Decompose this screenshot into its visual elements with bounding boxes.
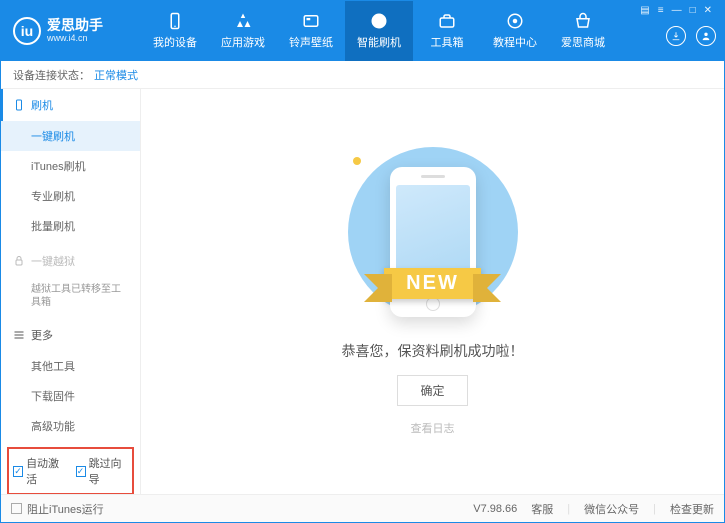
check-label: 跳过向导	[89, 455, 128, 487]
app-url: www.i4.cn	[47, 34, 103, 44]
main-content: NEW 恭喜您，保资料刷机成功啦！ 确定 查看日志	[141, 89, 724, 494]
nav-my-device[interactable]: 我的设备	[141, 1, 209, 61]
nav-label: 教程中心	[493, 34, 537, 50]
nav-toolbox[interactable]: 工具箱	[413, 1, 481, 61]
option-highlight: ✓ 自动激活 ✓ 跳过向导	[7, 447, 134, 494]
check-auto-activate[interactable]: ✓ 自动激活	[13, 455, 66, 487]
section-more[interactable]: 更多	[1, 319, 140, 351]
flash-icon	[370, 12, 388, 30]
status-value: 正常模式	[94, 67, 138, 83]
app-title: 爱思助手	[47, 18, 103, 33]
more-icon	[13, 329, 25, 341]
nav-label: 爱思商城	[561, 34, 605, 50]
update-link[interactable]: 检查更新	[670, 501, 714, 517]
check-skip-guide[interactable]: ✓ 跳过向导	[76, 455, 129, 487]
sidebar-item-other[interactable]: 其他工具	[1, 351, 140, 381]
logo-area: iu 爱思助手 www.i4.cn	[1, 17, 141, 45]
app-header: iu 爱思助手 www.i4.cn 我的设备 应用游戏 铃声壁纸 智能刷机 工具…	[1, 1, 724, 61]
settings-icon[interactable]: ≡	[658, 5, 664, 16]
store-icon	[574, 12, 592, 30]
section-jailbreak[interactable]: 一键越狱	[1, 245, 140, 277]
sidebar-item-itunes[interactable]: iTunes刷机	[1, 151, 140, 181]
block-itunes-label: 阻止iTunes运行	[27, 501, 104, 517]
check-label: 自动激活	[26, 455, 65, 487]
view-log-link[interactable]: 查看日志	[411, 420, 455, 436]
toolbox-icon	[438, 12, 456, 30]
close-icon[interactable]: ✕	[704, 5, 712, 16]
sidebar-item-oneclick[interactable]: 一键刷机	[1, 121, 140, 151]
sidebar-item-firmware[interactable]: 下载固件	[1, 381, 140, 411]
version-label: V7.98.66	[473, 503, 517, 515]
block-itunes-checkbox[interactable]	[11, 503, 22, 514]
device-icon	[166, 12, 184, 30]
nav-tutorial[interactable]: 教程中心	[481, 1, 549, 61]
nav-label: 工具箱	[431, 34, 464, 50]
nav-label: 智能刷机	[357, 34, 401, 50]
nav-flash[interactable]: 智能刷机	[345, 1, 413, 61]
window-controls: ▤ ≡ — □ ✕	[636, 1, 716, 20]
section-flash[interactable]: 刷机	[1, 89, 140, 121]
status-label: 设备连接状态：	[13, 67, 90, 83]
footer: 阻止iTunes运行 V7.98.66 客服 | 微信公众号 | 检查更新	[1, 494, 724, 522]
section-title: 刷机	[31, 97, 53, 113]
new-ribbon: NEW	[384, 268, 481, 299]
sidebar-item-pro[interactable]: 专业刷机	[1, 181, 140, 211]
minimize-icon[interactable]: —	[672, 5, 682, 16]
nav-apps[interactable]: 应用游戏	[209, 1, 277, 61]
jailbreak-note: 越狱工具已转移至工具箱	[1, 277, 140, 315]
sidebar-item-batch[interactable]: 批量刷机	[1, 211, 140, 241]
checkbox-icon: ✓	[13, 466, 23, 477]
success-message: 恭喜您，保资料刷机成功啦！	[342, 341, 524, 361]
checkbox-icon: ✓	[76, 466, 86, 477]
sidebar: 刷机 一键刷机 iTunes刷机 专业刷机 批量刷机 一键越狱 越狱工具已转移至…	[1, 89, 141, 494]
maximize-icon[interactable]: □	[690, 5, 696, 16]
status-bar: 设备连接状态： 正常模式	[1, 61, 724, 89]
nav-label: 我的设备	[153, 34, 197, 50]
apps-icon	[234, 12, 252, 30]
nav-label: 应用游戏	[221, 34, 265, 50]
section-title: 一键越狱	[31, 253, 75, 269]
lock-icon	[13, 255, 25, 267]
sidebar-item-advanced[interactable]: 高级功能	[1, 411, 140, 441]
nav-wallpaper[interactable]: 铃声壁纸	[277, 1, 345, 61]
wechat-link[interactable]: 微信公众号	[584, 501, 639, 517]
download-icon[interactable]	[666, 26, 686, 46]
nav-store[interactable]: 爱思商城	[549, 1, 617, 61]
success-illustration: NEW	[333, 147, 533, 327]
wallpaper-icon	[302, 12, 320, 30]
confirm-button[interactable]: 确定	[397, 375, 467, 406]
logo-icon: iu	[13, 17, 41, 45]
service-link[interactable]: 客服	[531, 501, 553, 517]
section-title: 更多	[31, 327, 53, 343]
tutorial-icon	[506, 12, 524, 30]
menu-icon[interactable]: ▤	[640, 5, 649, 16]
phone-icon	[13, 99, 25, 111]
nav-label: 铃声壁纸	[289, 34, 333, 50]
user-icon[interactable]	[696, 26, 716, 46]
